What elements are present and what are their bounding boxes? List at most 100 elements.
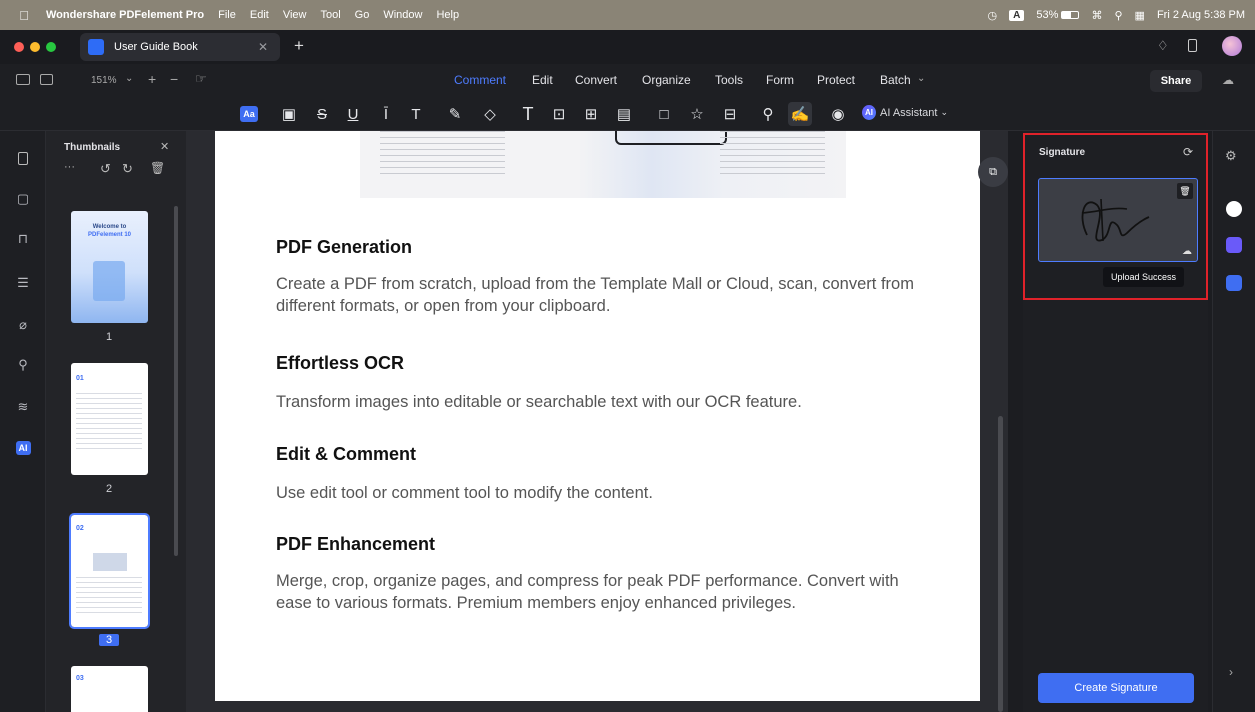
tab-edit[interactable]: Edit [532, 73, 553, 87]
menu-go[interactable]: Go [355, 9, 370, 21]
menu-edit[interactable]: Edit [250, 9, 269, 21]
close-tab-icon[interactable]: ✕ [258, 40, 268, 54]
signature-highlight-box: Signature ⟳ 🗑 ☁ Upload Success [1023, 133, 1208, 300]
chatbot-icon[interactable] [1226, 201, 1242, 217]
menu-tool[interactable]: Tool [320, 9, 340, 21]
new-tab-button[interactable]: + [294, 36, 304, 56]
section-heading: Edit & Comment [276, 444, 417, 464]
hand-tool-icon[interactable]: ☞ [195, 71, 207, 87]
pencil-tool-icon[interactable]: ✎ [443, 102, 467, 126]
spotlight-search-icon[interactable]: ⚲ [1114, 9, 1122, 22]
zoom-in-button[interactable]: + [148, 71, 156, 87]
stack-panel-icon[interactable]: ≋ [13, 397, 33, 417]
clock-status-icon[interactable]: ◷ [988, 9, 998, 22]
typewriter-tool-icon[interactable]: T [516, 102, 540, 126]
page-thumbnail[interactable]: 02 [69, 513, 150, 629]
thumbnails-panel: Thumbnails ✕ ··· ↺ ↻ 🗑 Welcome to PDFele… [46, 131, 186, 712]
close-window-button[interactable] [14, 42, 24, 52]
page-layout-icon[interactable] [40, 74, 53, 85]
ai-assistant-button[interactable]: AI AI Assistant ⌄ [862, 105, 948, 120]
close-thumbnails-icon[interactable]: ✕ [160, 140, 169, 153]
wifi-icon[interactable]: ⌘ [1091, 9, 1102, 22]
floating-translate-button[interactable]: ⧉ [978, 157, 1008, 187]
zoom-out-button[interactable]: − [170, 71, 178, 87]
sticky-note-tool-icon[interactable]: ▤ [612, 102, 636, 126]
thumbnails-scrollbar[interactable] [174, 206, 178, 556]
document-tab[interactable]: User Guide Book ✕ [80, 33, 280, 61]
thumbnail-heading: 02 [76, 525, 84, 532]
ai-panel-icon[interactable]: AI [13, 438, 33, 458]
tab-form[interactable]: Form [766, 73, 794, 87]
refresh-icon[interactable]: ⟳ [1183, 145, 1193, 159]
squiggly-tool-icon[interactable]: Ī [374, 102, 398, 126]
attachments-panel-icon[interactable]: ⌀ [13, 315, 33, 335]
zoom-window-button[interactable] [46, 42, 56, 52]
collapse-panel-chevron-icon[interactable]: › [1229, 665, 1233, 679]
eraser-tool-icon[interactable]: ◇ [478, 102, 502, 126]
tab-protect[interactable]: Protect [817, 73, 855, 87]
signature-image [1081, 198, 1150, 242]
menu-view[interactable]: View [283, 9, 307, 21]
pdf-page[interactable]: PDF Generation Create a PDF from scratch… [215, 131, 980, 701]
notification-bell-icon[interactable]: ♢ [1157, 38, 1169, 54]
signature-card[interactable]: 🗑 ☁ [1038, 178, 1198, 262]
cloud-upload-icon[interactable]: ☁ [1222, 73, 1234, 87]
zoom-dropdown-chevron-icon[interactable]: ⌄ [125, 73, 133, 84]
rotate-right-icon[interactable]: ↻ [122, 161, 133, 177]
menu-help[interactable]: Help [436, 9, 459, 21]
area-highlight-tool-icon[interactable]: ▣ [277, 102, 301, 126]
zoom-level[interactable]: 151% [91, 75, 117, 86]
tab-organize[interactable]: Organize [642, 73, 691, 87]
share-button[interactable]: Share [1150, 70, 1202, 92]
delete-signature-icon[interactable]: 🗑 [1177, 183, 1193, 199]
minimize-window-button[interactable] [30, 42, 40, 52]
rotate-left-icon[interactable]: ↺ [100, 161, 111, 177]
device-icon[interactable] [1188, 39, 1197, 52]
properties-panel-icon[interactable]: ⚙ [1225, 148, 1237, 164]
cloud-sync-icon[interactable]: ☁ [1182, 246, 1192, 257]
pin-tool-icon[interactable]: ☆ [685, 102, 709, 126]
document-scrollbar[interactable] [998, 416, 1003, 712]
battery-status[interactable]: 53% [1036, 9, 1080, 21]
comments-panel-icon[interactable]: ▢ [13, 189, 33, 209]
apple-icon[interactable]:  [12, 8, 36, 23]
translate-app-icon[interactable] [1226, 275, 1242, 291]
caret-tool-icon[interactable]: T [404, 102, 428, 126]
page-thumbnail[interactable]: Welcome to PDFelement 10 [71, 211, 148, 323]
delete-page-icon[interactable]: 🗑 [150, 161, 165, 175]
control-center-icon[interactable]: ▦ [1135, 9, 1145, 22]
strikethrough-tool-icon[interactable]: S [310, 102, 334, 126]
document-viewport[interactable]: PDF Generation Create a PDF from scratch… [186, 131, 1008, 712]
tab-convert[interactable]: Convert [575, 73, 617, 87]
checklist-app-icon[interactable] [1226, 237, 1242, 253]
measure-tool-icon[interactable]: ⊟ [718, 102, 742, 126]
more-options-icon[interactable]: ··· [64, 161, 75, 173]
menubar-datetime[interactable]: Fri 2 Aug 5:38 PM [1157, 9, 1245, 21]
show-hide-comments-icon[interactable]: ◉ [826, 102, 850, 126]
shape-tool-icon[interactable]: □ [652, 102, 676, 126]
stamp-tool-icon[interactable]: ⚲ [756, 102, 780, 126]
search-panel-icon[interactable]: ⚲ [13, 355, 33, 375]
sidebar-toggle-icon[interactable] [16, 74, 30, 85]
menu-window[interactable]: Window [383, 9, 422, 21]
tab-tools[interactable]: Tools [715, 73, 743, 87]
tab-comment[interactable]: Comment [454, 73, 506, 87]
text-highlight-tool-icon[interactable]: Aa [237, 102, 261, 126]
input-source-badge[interactable]: A [1009, 9, 1025, 21]
menu-file[interactable]: File [218, 9, 236, 21]
text-box-tool-icon[interactable]: ⊡ [547, 102, 571, 126]
page-thumbnail[interactable]: 01 [71, 363, 148, 475]
create-signature-button[interactable]: Create Signature [1038, 673, 1194, 703]
bookmarks-panel-icon[interactable]: ⊓ [13, 229, 33, 249]
underline-tool-icon[interactable]: U [341, 102, 365, 126]
page-thumbnail[interactable]: 03 [71, 666, 148, 712]
header-image-text-lines [380, 131, 505, 176]
user-avatar[interactable] [1222, 36, 1242, 56]
text-callout-tool-icon[interactable]: ⊞ [579, 102, 603, 126]
thumbnail-page-number: 1 [105, 331, 113, 343]
app-name-menu[interactable]: Wondershare PDFelement Pro [46, 9, 204, 21]
signature-tool-icon[interactable]: ✍ [788, 102, 812, 126]
thumbnails-panel-icon[interactable] [13, 148, 33, 168]
layers-panel-icon[interactable]: ☰ [13, 273, 33, 293]
tab-batch[interactable]: Batch [880, 73, 911, 87]
